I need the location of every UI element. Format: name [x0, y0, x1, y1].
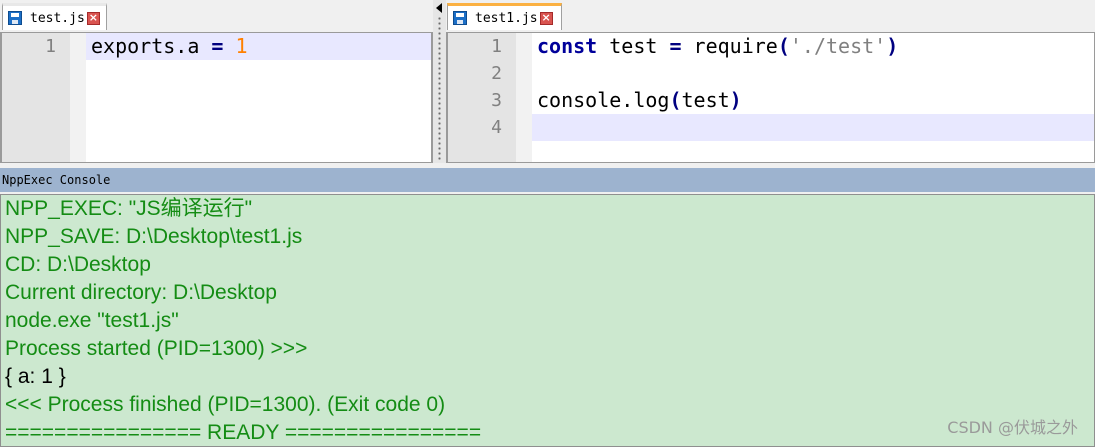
- code-text[interactable]: [532, 114, 1094, 141]
- console-line: ================ READY ================: [5, 421, 482, 444]
- console-title-bar: NppExec Console: [0, 168, 1095, 192]
- code-text[interactable]: exports.a = 1: [86, 33, 431, 60]
- tab-test-js[interactable]: test.js ×: [2, 3, 107, 30]
- right-editor-pane: test1.js × 1 const test = require('./test…: [446, 0, 1095, 163]
- watermark: CSDN @伏城之外: [947, 418, 1078, 437]
- tab-test1-js[interactable]: test1.js ×: [447, 3, 562, 30]
- left-code-editor[interactable]: 1 exports.a = 1: [0, 32, 433, 163]
- code-text[interactable]: [532, 60, 1094, 87]
- console-line: Process started (PID=1300) >>>: [5, 337, 308, 360]
- line-number: 1: [491, 36, 502, 57]
- console-line: NPP_SAVE: D:\Desktop\test1.js: [5, 225, 303, 248]
- code-line[interactable]: 1 exports.a = 1: [2, 33, 431, 60]
- code-line[interactable]: 3 console.log(test): [448, 87, 1094, 114]
- line-number: 4: [491, 117, 502, 138]
- right-code-editor[interactable]: 1 const test = require('./test') 2 3 console…: [446, 32, 1095, 163]
- close-icon[interactable]: ×: [539, 11, 553, 25]
- console-line: Current directory: D:\Desktop: [5, 281, 277, 304]
- code-token: =: [669, 34, 682, 58]
- code-token: ): [886, 34, 899, 58]
- nppexec-console[interactable]: NPP_EXEC: "JS编译运行" NPP_SAVE: D:\Desktop\t…: [0, 194, 1095, 447]
- console-line: CD: D:\Desktop: [5, 253, 151, 276]
- code-token: exports.a: [91, 34, 212, 58]
- code-token: test: [681, 88, 730, 112]
- code-token: (: [669, 88, 682, 112]
- console-line: NPP_EXEC: "JS编译运行": [5, 197, 253, 220]
- left-editor-pane: test.js × 1 exports.a = 1: [0, 0, 433, 163]
- view-splitter[interactable]: [433, 0, 446, 163]
- line-number: 1: [45, 36, 56, 57]
- notepadpp-window: test.js × 1 exports.a = 1 test1.js × 1 con…: [0, 0, 1095, 447]
- save-disk-icon: [453, 11, 467, 25]
- right-tab-bar: test1.js ×: [446, 0, 1095, 32]
- console-line: { a: 1 }: [5, 365, 66, 388]
- code-line[interactable]: 2: [448, 60, 1094, 87]
- console-line: node.exe "test1.js": [5, 309, 179, 332]
- left-tab-bar: test.js ×: [0, 0, 433, 32]
- line-number: 2: [491, 63, 502, 84]
- line-number: 3: [491, 90, 502, 111]
- code-token: const: [537, 34, 598, 58]
- code-token: ): [729, 88, 742, 112]
- code-token: require: [681, 34, 778, 58]
- code-text[interactable]: console.log(test): [532, 87, 1094, 114]
- console-line: <<< Process finished (PID=1300). (Exit c…: [5, 393, 446, 416]
- code-token: 1: [235, 34, 248, 58]
- close-icon[interactable]: ×: [86, 11, 100, 25]
- code-line[interactable]: 1 const test = require('./test'): [448, 33, 1094, 60]
- arrow-left-icon[interactable]: [436, 3, 442, 13]
- splitter-grip[interactable]: [437, 16, 442, 161]
- code-text[interactable]: const test = require('./test'): [532, 33, 1094, 60]
- tab-label: test1.js: [475, 10, 538, 26]
- code-lines: 1 const test = require('./test') 2 3 console…: [448, 33, 1094, 141]
- code-token: console.log: [537, 88, 670, 112]
- code-token: =: [211, 34, 224, 58]
- tab-label: test.js: [30, 10, 85, 26]
- save-disk-icon: [8, 11, 22, 25]
- code-line[interactable]: 4: [448, 114, 1094, 141]
- code-token: './test': [789, 34, 887, 58]
- code-lines: 1 exports.a = 1: [2, 33, 431, 60]
- code-token: test: [597, 34, 670, 58]
- code-token: (: [777, 34, 790, 58]
